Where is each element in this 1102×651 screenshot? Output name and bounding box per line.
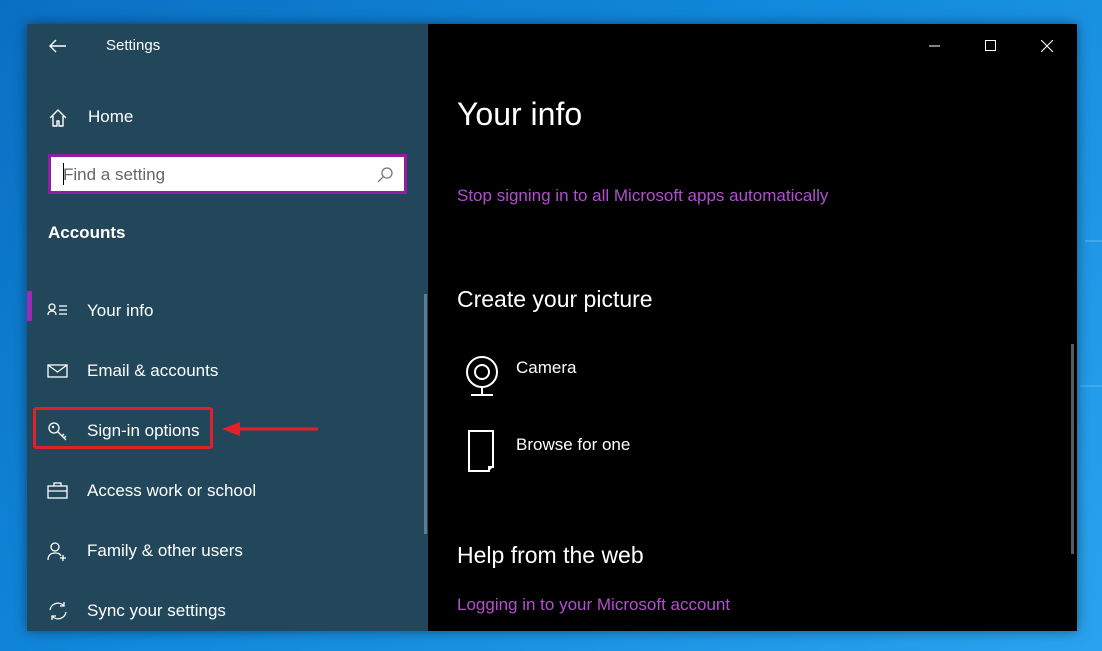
minimize-button[interactable] bbox=[907, 24, 963, 68]
close-icon bbox=[1041, 40, 1053, 52]
settings-window: Settings Home Accounts Your info bbox=[27, 24, 1077, 631]
sidebar-item-label: Email & accounts bbox=[87, 361, 219, 380]
webcam-icon bbox=[466, 356, 498, 396]
sidebar-item-label: Sync your settings bbox=[87, 601, 226, 620]
active-indicator bbox=[27, 291, 32, 321]
sidebar-item-label: Your info bbox=[87, 301, 154, 320]
sidebar-item-your-info[interactable]: Your info bbox=[27, 291, 423, 331]
back-arrow-icon bbox=[49, 39, 66, 53]
app-title: Settings bbox=[106, 37, 161, 54]
section-title: Accounts bbox=[48, 223, 126, 242]
annotation-highlight-box bbox=[33, 407, 213, 449]
search-input[interactable] bbox=[63, 162, 363, 188]
page-title: Your info bbox=[457, 96, 583, 132]
camera-label: Camera bbox=[516, 358, 577, 377]
file-icon bbox=[468, 430, 494, 472]
main-content: Your info Stop signing in to all Microso… bbox=[428, 24, 1077, 631]
title-bar: Settings bbox=[27, 24, 428, 68]
browse-label: Browse for one bbox=[516, 435, 631, 454]
maximize-button[interactable] bbox=[963, 24, 1019, 68]
sync-icon bbox=[49, 602, 67, 620]
home-icon bbox=[49, 109, 67, 127]
close-button[interactable] bbox=[1019, 24, 1075, 68]
search-box[interactable] bbox=[48, 154, 407, 194]
home-nav-item[interactable]: Home bbox=[27, 97, 427, 137]
sidebar: Settings Home Accounts Your info bbox=[27, 24, 428, 631]
help-heading: Help from the web bbox=[457, 542, 644, 568]
sidebar-item-label: Access work or school bbox=[87, 481, 257, 500]
main-scrollbar[interactable] bbox=[1071, 344, 1074, 554]
minimize-icon bbox=[929, 45, 940, 47]
search-icon[interactable] bbox=[376, 166, 394, 184]
person-card-icon bbox=[47, 303, 67, 316]
person-add-icon bbox=[47, 542, 66, 561]
picture-heading: Create your picture bbox=[457, 286, 653, 312]
maximize-icon bbox=[985, 40, 996, 51]
sidebar-item-family-users[interactable]: Family & other users bbox=[27, 531, 423, 571]
annotation-arrow-icon bbox=[222, 422, 318, 436]
text-caret bbox=[63, 163, 64, 185]
back-button[interactable] bbox=[43, 34, 73, 58]
stop-signing-in-link[interactable]: Stop signing in to all Microsoft apps au… bbox=[457, 186, 828, 206]
sidebar-scrollbar[interactable] bbox=[424, 294, 427, 534]
browse-option[interactable]: Browse for one bbox=[457, 429, 777, 489]
sidebar-item-label: Family & other users bbox=[87, 541, 243, 560]
sidebar-item-access-work[interactable]: Access work or school bbox=[27, 471, 423, 511]
camera-option[interactable]: Camera bbox=[457, 352, 777, 412]
sidebar-item-sync-settings[interactable]: Sync your settings bbox=[27, 591, 423, 631]
briefcase-icon bbox=[47, 482, 68, 499]
sidebar-item-email-accounts[interactable]: Email & accounts bbox=[27, 351, 423, 391]
help-link[interactable]: Logging in to your Microsoft account bbox=[457, 595, 730, 615]
home-label: Home bbox=[88, 107, 134, 126]
mail-icon bbox=[47, 364, 68, 378]
